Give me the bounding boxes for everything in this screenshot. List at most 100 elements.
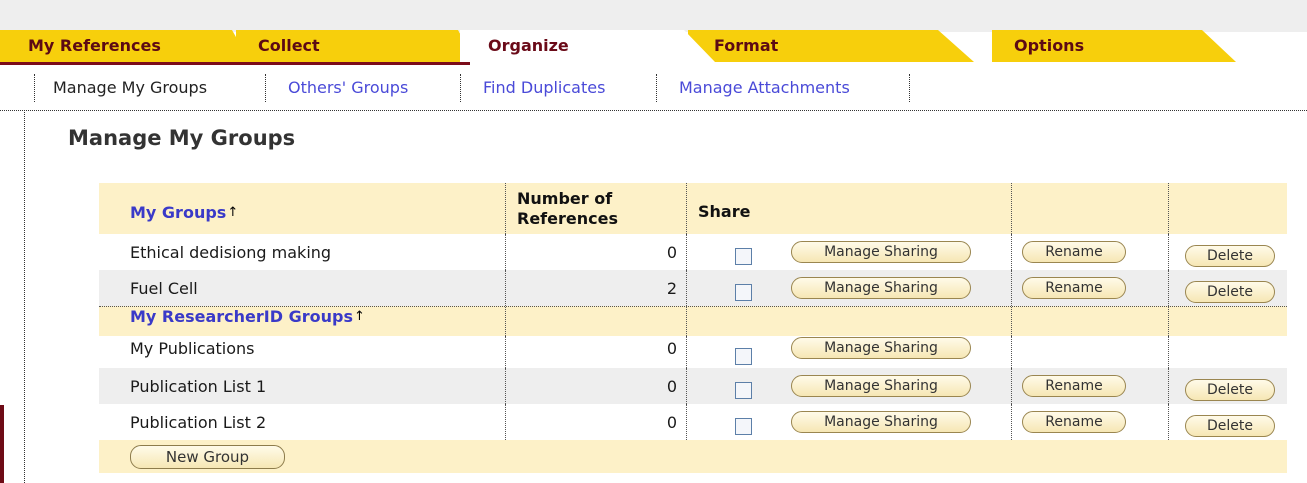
column-divider [1011, 307, 1012, 336]
delete-button[interactable]: Delete [1185, 379, 1275, 401]
column-divider [1011, 404, 1012, 440]
reference-count: 0 [666, 412, 677, 432]
subnav-divider [909, 74, 910, 102]
delete-cell: Delete [1185, 274, 1275, 310]
my-groups-header-label[interactable]: My Groups [130, 203, 226, 222]
page: My References Collect Format Options Org… [0, 0, 1307, 483]
table-footer: New Group [99, 440, 1287, 473]
manage-sharing-cell: Manage Sharing [791, 368, 971, 404]
group-name: Publication List 1 [130, 376, 267, 396]
share-checkbox[interactable] [735, 270, 752, 306]
checkbox-box[interactable] [735, 347, 752, 365]
rename-cell: Rename [1022, 404, 1126, 440]
delete-button[interactable]: Delete [1185, 281, 1275, 303]
share-checkbox[interactable] [735, 234, 752, 270]
table-row: Publication List 2 0 Manage Sharing Rena… [99, 404, 1287, 440]
table-row: Fuel Cell 2 Manage Sharing Rename Delete [99, 270, 1287, 306]
column-divider [1168, 368, 1169, 404]
group-name: Ethical dedisiong making [130, 242, 332, 262]
subnav-divider [460, 74, 461, 102]
manage-sharing-button[interactable]: Manage Sharing [791, 411, 971, 433]
checkbox-box[interactable] [735, 283, 752, 301]
main-tabs: My References Collect Format Options Org… [0, 30, 1307, 62]
tab-my-references[interactable]: My References [0, 30, 250, 62]
delete-cell: Delete [1185, 238, 1275, 274]
tab-options[interactable]: Options [992, 30, 1236, 62]
subnav-divider [34, 74, 35, 102]
manage-sharing-cell: Manage Sharing [791, 404, 971, 440]
column-divider [505, 183, 506, 234]
table-row: Ethical dedisiong making 0 Manage Sharin… [99, 234, 1287, 270]
left-edge-accent [0, 405, 4, 483]
tab-organize[interactable]: Organize [460, 30, 715, 62]
column-divider [1011, 336, 1012, 368]
column-divider [686, 183, 687, 234]
column-divider [1168, 336, 1169, 368]
sort-arrow-icon: ↑ [353, 309, 365, 324]
column-divider [1011, 234, 1012, 270]
rename-button[interactable]: Rename [1022, 375, 1126, 397]
rename-button[interactable]: Rename [1022, 241, 1126, 263]
delete-button[interactable]: Delete [1185, 415, 1275, 437]
column-divider [1168, 183, 1169, 234]
rename-cell: Rename [1022, 368, 1126, 404]
sort-arrow-icon: ↑ [227, 205, 239, 220]
delete-cell: Delete [1185, 372, 1275, 408]
delete-cell: Delete [1185, 408, 1275, 444]
rename-button[interactable]: Rename [1022, 411, 1126, 433]
subnav-others-groups[interactable]: Others' Groups [288, 75, 408, 101]
share-checkbox[interactable] [735, 336, 752, 368]
group-name: My Publications [130, 338, 255, 358]
share-checkbox[interactable] [735, 404, 752, 440]
rename-cell: Rename [1022, 270, 1126, 306]
researcherid-header-label[interactable]: My ResearcherID Groups [130, 307, 353, 326]
column-divider [1011, 183, 1012, 234]
checkbox-box[interactable] [735, 247, 752, 265]
table-row: My Publications 0 Manage Sharing [99, 336, 1287, 368]
column-divider [686, 368, 687, 404]
tab-format[interactable]: Format [688, 30, 974, 62]
manage-sharing-button[interactable]: Manage Sharing [791, 241, 971, 263]
researcherid-sort-header[interactable]: My ResearcherID Groups ↑ [130, 302, 365, 331]
reference-count: 0 [666, 338, 677, 358]
new-group-cell: New Group [130, 440, 285, 473]
rename-button[interactable]: Rename [1022, 277, 1126, 299]
subnav-divider [656, 74, 657, 102]
column-divider [686, 336, 687, 368]
researcherid-section-header: My ResearcherID Groups ↑ [99, 306, 1287, 336]
reference-count: 0 [666, 376, 677, 396]
column-divider [686, 234, 687, 270]
manage-sharing-button[interactable]: Manage Sharing [791, 375, 971, 397]
rename-cell: Rename [1022, 234, 1126, 270]
page-title: Manage My Groups [68, 126, 296, 150]
manage-sharing-button[interactable]: Manage Sharing [791, 337, 971, 359]
manage-sharing-cell: Manage Sharing [791, 270, 971, 306]
subnav-divider [265, 74, 266, 102]
column-divider [1168, 234, 1169, 270]
reference-count: 0 [666, 242, 677, 262]
subnav-manage-attachments[interactable]: Manage Attachments [679, 75, 850, 101]
table-row: Publication List 1 0 Manage Sharing Rena… [99, 368, 1287, 404]
checkbox-box[interactable] [735, 381, 752, 399]
tab-collect[interactable]: Collect [236, 30, 476, 62]
delete-button[interactable]: Delete [1185, 245, 1275, 267]
column-divider [1011, 270, 1012, 306]
column-divider [686, 307, 687, 336]
manage-sharing-cell: Manage Sharing [791, 234, 971, 270]
column-divider [686, 404, 687, 440]
share-checkbox[interactable] [735, 368, 752, 404]
group-name: Publication List 2 [130, 412, 267, 432]
content-frame-border [24, 112, 25, 483]
column-divider [686, 270, 687, 306]
groups-table: My Groups ↑ Number of References Share Et… [99, 183, 1287, 473]
new-group-button[interactable]: New Group [130, 444, 285, 469]
subnav-find-duplicates[interactable]: Find Duplicates [483, 75, 605, 101]
column-divider [1011, 368, 1012, 404]
column-divider [1168, 270, 1169, 306]
references-header: Number of References [517, 188, 618, 228]
my-groups-sort-header[interactable]: My Groups ↑ [130, 187, 238, 238]
manage-sharing-cell: Manage Sharing [791, 332, 971, 364]
manage-sharing-button[interactable]: Manage Sharing [791, 277, 971, 299]
checkbox-box[interactable] [735, 417, 752, 435]
subnav-manage-my-groups[interactable]: Manage My Groups [53, 75, 207, 101]
